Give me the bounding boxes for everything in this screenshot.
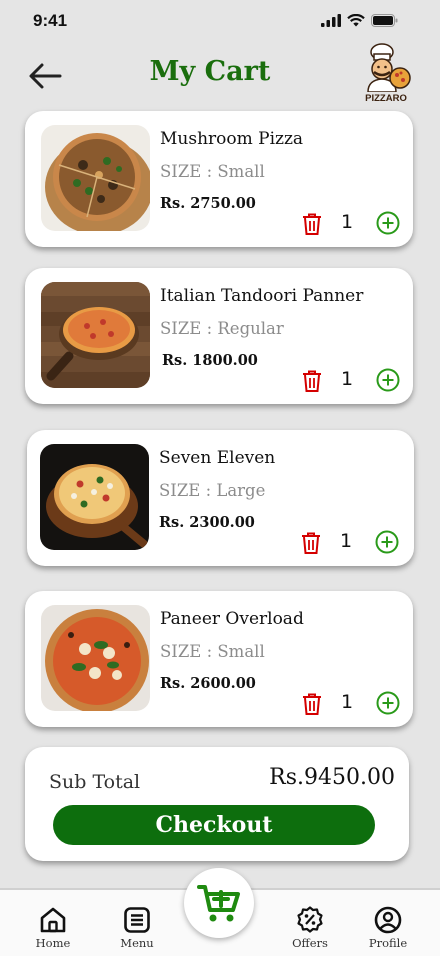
offers-icon [297, 906, 323, 933]
item-quantity: 1 [340, 530, 353, 552]
plus-circle-icon [376, 368, 400, 392]
delete-button[interactable] [302, 370, 322, 392]
cart-item: Italian Tandoori Panner SIZE : Regular R… [25, 268, 413, 404]
menu-icon [124, 907, 150, 933]
nav-profile-label: Profile [368, 936, 408, 950]
increase-quantity-button[interactable] [376, 368, 400, 392]
item-size: SIZE : Small [160, 162, 265, 181]
status-time: 9:41 [33, 11, 68, 30]
nav-offers-label: Offers [292, 936, 328, 950]
item-price: Rs. 2600.00 [160, 675, 256, 692]
page-title: My Cart [149, 56, 271, 87]
item-quantity: 1 [341, 211, 354, 233]
status-icons [321, 14, 398, 27]
item-size: SIZE : Large [159, 481, 266, 500]
trash-icon [303, 213, 321, 235]
signal-icon [321, 14, 341, 27]
nav-home-label: Home [35, 936, 71, 950]
brand-name: PIZZARO [365, 93, 407, 104]
trash-icon [303, 693, 321, 715]
increase-quantity-button[interactable] [376, 211, 400, 235]
item-image [41, 282, 150, 388]
increase-quantity-button[interactable] [376, 691, 400, 715]
profile-icon [374, 906, 402, 934]
cart-item: Paneer Overload SIZE : Small Rs. 2600.00… [25, 591, 413, 727]
checkout-button[interactable]: Checkout [53, 805, 375, 845]
trash-icon [302, 532, 320, 554]
nav-menu[interactable]: Menu [107, 906, 167, 950]
battery-icon [371, 14, 398, 27]
delete-button[interactable] [302, 693, 322, 715]
cart-item: Mushroom Pizza SIZE : Small Rs. 2750.00 … [25, 111, 413, 247]
plus-circle-icon [376, 691, 400, 715]
item-name: Mushroom Pizza [160, 129, 304, 149]
home-icon [40, 907, 66, 933]
item-name: Italian Tandoori Panner [160, 286, 364, 306]
delete-button[interactable] [302, 213, 322, 235]
cart-summary: Sub Total Rs.9450.00 Checkout [25, 747, 409, 861]
plus-circle-icon [375, 530, 399, 554]
cart-add-icon [197, 885, 240, 922]
item-image [41, 125, 150, 231]
delete-button[interactable] [301, 532, 321, 554]
brand-logo: PIZZARO [360, 42, 412, 104]
item-size: SIZE : Small [160, 642, 265, 661]
add-to-cart-button[interactable] [184, 868, 254, 938]
nav-offers[interactable]: Offers [280, 906, 340, 950]
cart-item: Seven Eleven SIZE : Large Rs. 2300.00 1 [27, 430, 414, 566]
item-name: Paneer Overload [160, 609, 304, 629]
subtotal-label: Sub Total [49, 771, 141, 793]
plus-circle-icon [376, 211, 400, 235]
item-price: Rs. 2750.00 [160, 195, 256, 212]
chef-logo-icon [367, 43, 411, 93]
increase-quantity-button[interactable] [375, 530, 399, 554]
item-image [41, 605, 150, 711]
item-size: SIZE : Regular [160, 319, 284, 338]
nav-home[interactable]: Home [23, 906, 83, 950]
nav-profile[interactable]: Profile [358, 906, 418, 950]
subtotal-value: Rs.9450.00 [269, 765, 395, 790]
status-bar: 9:41 [0, 0, 440, 44]
item-quantity: 1 [341, 691, 354, 713]
wifi-icon [347, 14, 365, 27]
nav-menu-label: Menu [120, 936, 154, 950]
item-image [40, 444, 149, 550]
item-quantity: 1 [341, 368, 354, 390]
item-name: Seven Eleven [159, 448, 276, 468]
trash-icon [303, 370, 321, 392]
item-price: Rs. 1800.00 [162, 352, 258, 369]
item-price: Rs. 2300.00 [159, 514, 255, 531]
